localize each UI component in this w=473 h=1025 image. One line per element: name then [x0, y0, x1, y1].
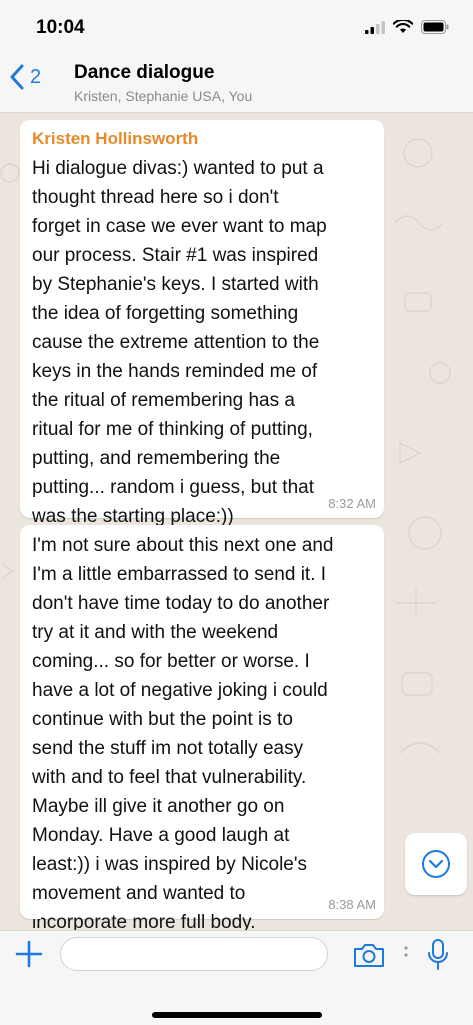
chat-header: 2 Dance dialogue Kristen, Stephanie USA,…	[0, 54, 473, 113]
chevron-down-circle-icon	[422, 850, 450, 878]
message-timestamp: 8:38 AM	[328, 897, 376, 912]
bubble-tail	[29, 907, 41, 919]
cellular-signal-icon	[365, 20, 385, 34]
camera-icon[interactable]	[352, 941, 386, 969]
status-icons	[365, 20, 449, 34]
plus-icon[interactable]	[14, 939, 44, 969]
battery-icon	[421, 20, 449, 34]
scroll-to-bottom-button[interactable]	[405, 833, 467, 895]
chat-area[interactable]: Kristen Hollinsworth Hi dialogue divas:)…	[0, 113, 473, 933]
unread-count: 2	[30, 65, 42, 88]
message-timestamp: 8:32 AM	[328, 496, 376, 511]
wifi-icon	[393, 20, 413, 33]
status-time: 10:04	[36, 17, 85, 38]
home-indicator	[152, 1012, 322, 1018]
more-dots-icon	[404, 946, 408, 957]
message-composer	[0, 930, 473, 1025]
status-bar: 10:04	[0, 0, 473, 54]
chevron-left-icon	[10, 64, 24, 90]
chat-title[interactable]: Dance dialogue	[74, 62, 214, 84]
message-bubble[interactable]: I'm not sure about this next one and I'm…	[20, 525, 384, 933]
message-text: I'm not sure about this next one and I'm…	[32, 535, 334, 933]
message-input[interactable]	[60, 937, 328, 971]
microphone-icon[interactable]	[426, 938, 450, 972]
message-text: Hi dialogue divas:) wanted to put a thou…	[32, 158, 327, 527]
message-sender: Kristen Hollinsworth	[32, 129, 199, 148]
message-bubble[interactable]: Kristen Hollinsworth Hi dialogue divas:)…	[20, 120, 384, 527]
back-button[interactable]: 2	[10, 64, 41, 90]
chat-participants[interactable]: Kristen, Stephanie USA, You	[74, 88, 252, 104]
